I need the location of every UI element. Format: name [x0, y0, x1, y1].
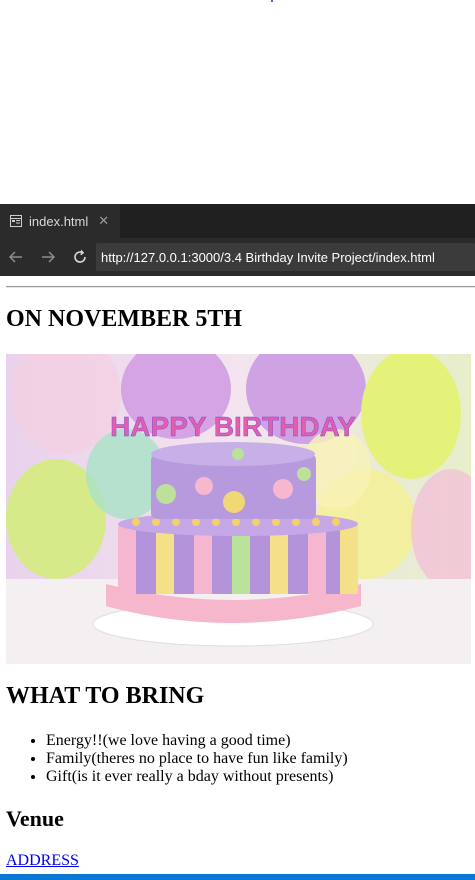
list-item: Family(theres no place to have fun like …: [46, 750, 348, 768]
browser-chrome: index.html ✕ http://127.0.0.1:3000/3.4 B…: [0, 204, 475, 276]
forward-arrow-icon[interactable]: [32, 238, 64, 276]
top-blank-area: [0, 0, 475, 204]
date-heading: ON NOVEMBER 5TH: [6, 306, 243, 332]
address-bar[interactable]: http://127.0.0.1:3000/3.4 Birthday Invit…: [96, 243, 475, 271]
page-content: ON NOVEMBER 5TH HAPPY BIRTHDAY WHAT TO B…: [0, 276, 475, 874]
navigation-bar: http://127.0.0.1:3000/3.4 Birthday Invit…: [0, 238, 475, 276]
tab-index-html[interactable]: index.html ✕: [0, 204, 120, 238]
horizontal-rule: [6, 286, 475, 288]
tab-title: index.html: [29, 213, 89, 229]
bottom-status-bar: [0, 874, 475, 880]
venue-heading: Venue: [6, 806, 64, 831]
list-item: Gift(is it ever really a bday without pr…: [46, 768, 348, 786]
refresh-icon[interactable]: [64, 238, 96, 276]
back-arrow-icon[interactable]: [0, 238, 32, 276]
birthday-cake-image: HAPPY BIRTHDAY: [6, 354, 471, 664]
address-bar-url: http://127.0.0.1:3000/3.4 Birthday Invit…: [101, 249, 435, 265]
bring-list: Energy!!(we love having a good time) Fam…: [6, 732, 348, 786]
close-tab-icon[interactable]: ✕: [98, 213, 109, 229]
what-to-bring-heading: WHAT TO BRING: [6, 683, 205, 709]
list-item: Energy!!(we love having a good time): [46, 732, 348, 750]
address-link[interactable]: ADDRESS: [6, 852, 79, 870]
page-icon: [10, 215, 22, 227]
stray-dot: [271, 0, 273, 2]
cake-candles-text: HAPPY BIRTHDAY: [110, 411, 356, 442]
